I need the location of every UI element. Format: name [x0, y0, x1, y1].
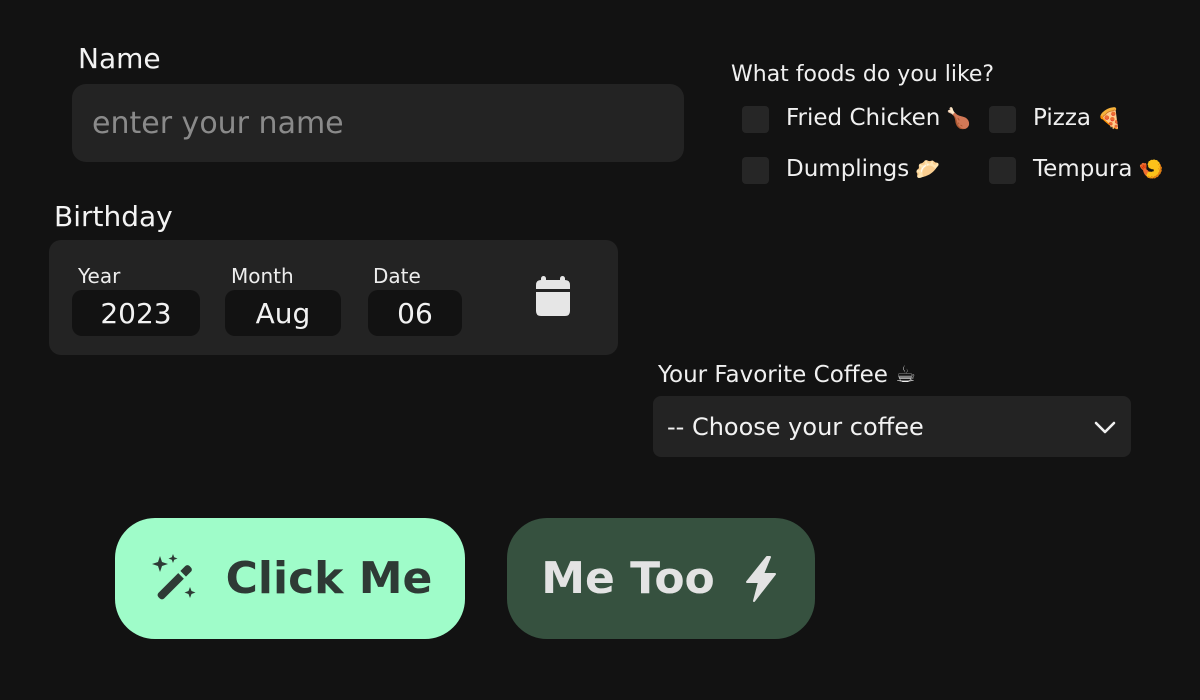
month-field[interactable]: Aug [225, 290, 341, 336]
magic-wand-sparkles-icon [151, 553, 196, 599]
checkbox-dumplings[interactable] [742, 157, 769, 184]
tempura-emoji: 🍤 [1138, 157, 1164, 181]
dumplings-emoji: 🥟 [915, 157, 941, 181]
food-label-text: Dumplings [786, 156, 910, 182]
pizza-emoji: 🍕 [1097, 106, 1122, 130]
click-me-label: Click Me [225, 553, 433, 604]
month-label: Month [231, 264, 294, 288]
chevron-down-icon [1094, 421, 1116, 433]
checkbox-pizza[interactable] [989, 106, 1016, 133]
calendar-button[interactable] [526, 268, 580, 324]
checkbox-tempura[interactable] [989, 157, 1016, 184]
me-too-button[interactable]: Me Too [507, 518, 815, 639]
calendar-icon [536, 276, 570, 316]
lightning-bolt-icon [745, 555, 776, 602]
food-option-dumplings: Dumplings 🥟 [786, 156, 940, 182]
food-label-text: Pizza [1033, 105, 1091, 131]
food-option-pizza: Pizza 🍕 [1033, 105, 1122, 131]
foods-question: What foods do you like? [731, 62, 995, 87]
food-label-text: Fried Chicken [786, 105, 941, 131]
year-field[interactable]: 2023 [72, 290, 200, 336]
date-field[interactable]: 06 [368, 290, 462, 336]
name-input[interactable] [72, 84, 684, 162]
name-label: Name [78, 42, 161, 75]
food-label-text: Tempura [1033, 156, 1133, 182]
date-label: Date [373, 264, 421, 288]
me-too-label: Me Too [541, 553, 715, 604]
checkbox-fried-chicken[interactable] [742, 106, 769, 133]
coffee-select[interactable]: -- Choose your coffee [653, 396, 1131, 457]
birthday-label: Birthday [54, 200, 173, 233]
coffee-selected-value: -- Choose your coffee [667, 412, 924, 441]
fried-chicken-emoji: 🍗 [946, 106, 972, 130]
coffee-label: Your Favorite Coffee ☕ [658, 362, 916, 388]
food-option-tempura: Tempura 🍤 [1033, 156, 1163, 182]
food-option-fried-chicken: Fried Chicken 🍗 [786, 105, 971, 131]
year-label: Year [78, 264, 121, 288]
click-me-button[interactable]: Click Me [115, 518, 465, 639]
